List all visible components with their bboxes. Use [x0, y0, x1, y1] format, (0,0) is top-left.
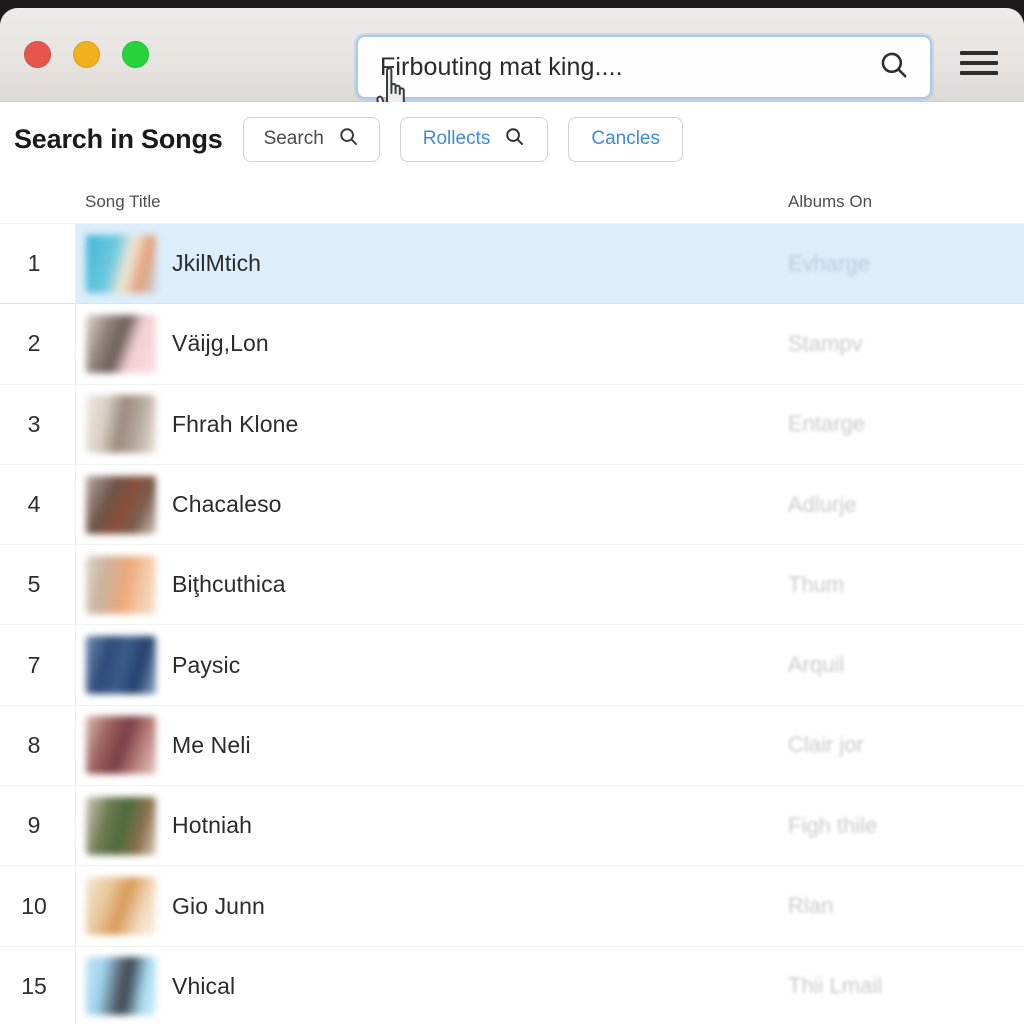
album-name-cell: Entarge	[788, 411, 866, 437]
search-button[interactable]: Search	[242, 116, 380, 162]
album-art-thumbnail	[86, 234, 156, 293]
row-index: 8	[27, 731, 41, 758]
song-title-cell: Paysic	[172, 651, 241, 678]
album-art-thumbnail	[86, 877, 156, 936]
album-name-cell: Rlan	[788, 893, 834, 919]
song-title-cell: Me Neli	[172, 731, 251, 758]
song-title-cell: Vhical	[172, 972, 236, 999]
app-window: Firbouting mat king.... Search in Songs	[0, 8, 1024, 1024]
album-art-thumbnail	[86, 475, 156, 534]
row-index: 1	[27, 250, 41, 277]
song-title-cell: Chacaleso	[172, 491, 282, 518]
hamburger-bar-2	[960, 61, 998, 65]
song-title-cell: Biţhcuthica	[172, 571, 286, 598]
window-titlebar: Firbouting mat king....	[0, 8, 1024, 122]
album-name-cell: Thii Lmail	[788, 973, 883, 999]
album-art-thumbnail	[86, 716, 156, 775]
hamburger-bar-3	[960, 71, 998, 75]
album-name-cell: Stampv	[788, 330, 863, 356]
song-title-cell: JkilMtich	[172, 250, 262, 277]
album-art-thumbnail	[86, 636, 156, 695]
rollects-button-label: Rollects	[422, 128, 491, 149]
global-search-input[interactable]: Firbouting mat king....	[356, 35, 932, 99]
table-row[interactable]: 4 Chacaleso Adlurje	[0, 465, 1024, 546]
column-header-song-title[interactable]: Song Title	[85, 192, 161, 212]
table-row[interactable]: 9 Hotniah Figh thile	[0, 786, 1024, 867]
row-index: 3	[27, 410, 41, 437]
minimize-window-button[interactable]	[73, 41, 100, 68]
song-title-cell: Hotniah	[172, 812, 252, 839]
row-index: 10	[21, 892, 47, 919]
album-art-thumbnail	[86, 314, 156, 373]
album-art-thumbnail	[86, 796, 156, 855]
album-name-cell: Adlurje	[788, 491, 857, 517]
column-header-albums-on[interactable]: Albums On	[788, 192, 872, 212]
row-index: 7	[27, 651, 41, 678]
album-name-cell: Figh thile	[788, 812, 878, 838]
page-toolbar: Search in Songs Search Rollects Cancles	[0, 102, 1024, 176]
global-search-value: Firbouting mat king....	[380, 52, 623, 81]
song-title-cell: Väijg,Lon	[172, 330, 269, 357]
cancles-button[interactable]: Cancles	[568, 116, 683, 162]
album-art-thumbnail	[86, 555, 156, 614]
album-name-cell: Arquil	[788, 652, 845, 678]
table-row[interactable]: 1 JkilMtich Evharge	[0, 224, 1024, 305]
album-name-cell: Evharge	[788, 250, 870, 276]
hamburger-bar-1	[960, 51, 998, 55]
album-art-thumbnail	[86, 395, 156, 454]
table-row[interactable]: 10 Gio Junn Rlan	[0, 866, 1024, 947]
search-button-label: Search	[263, 128, 324, 149]
row-index: 2	[27, 330, 41, 357]
table-header: Song Title Albums On	[0, 176, 1024, 224]
row-index: 5	[27, 571, 41, 598]
row-index: 4	[27, 491, 41, 518]
traffic-light-group	[24, 41, 149, 68]
table-row[interactable]: 8 Me Neli Clair jor	[0, 706, 1024, 787]
rollects-button[interactable]: Rollects	[399, 116, 549, 162]
row-index: 9	[27, 812, 41, 839]
table-row[interactable]: 5 Biţhcuthica Thum	[0, 545, 1024, 626]
song-title-cell: Gio Junn	[172, 892, 265, 919]
search-icon[interactable]	[878, 49, 910, 86]
album-name-cell: Clair jor	[788, 732, 864, 758]
cancles-button-label: Cancles	[591, 128, 660, 149]
hamburger-icon[interactable]	[960, 48, 998, 78]
row-index: 15	[21, 972, 47, 999]
song-title-cell: Fhrah Klone	[172, 410, 299, 437]
maximize-window-button[interactable]	[122, 41, 149, 68]
table-row[interactable]: 15 Vhical Thii Lmail	[0, 947, 1024, 1024]
table-row[interactable]: 2 Väijg,Lon Stampv	[0, 304, 1024, 385]
page-title: Search in Songs	[14, 123, 223, 154]
album-name-cell: Thum	[788, 571, 845, 597]
table-row[interactable]: 7 Paysic Arquil	[0, 625, 1024, 706]
search-icon	[338, 126, 359, 153]
search-icon	[504, 126, 525, 153]
close-window-button[interactable]	[24, 41, 51, 68]
song-list: 1 JkilMtich Evharge 2 Väijg,Lon Stampv 3 Fhrah …	[0, 224, 1024, 1024]
table-row[interactable]: 3 Fhrah Klone Entarge	[0, 385, 1024, 465]
row-number-divider	[75, 224, 76, 1024]
global-search-container: Firbouting mat king....	[356, 35, 932, 99]
album-art-thumbnail	[86, 957, 156, 1016]
